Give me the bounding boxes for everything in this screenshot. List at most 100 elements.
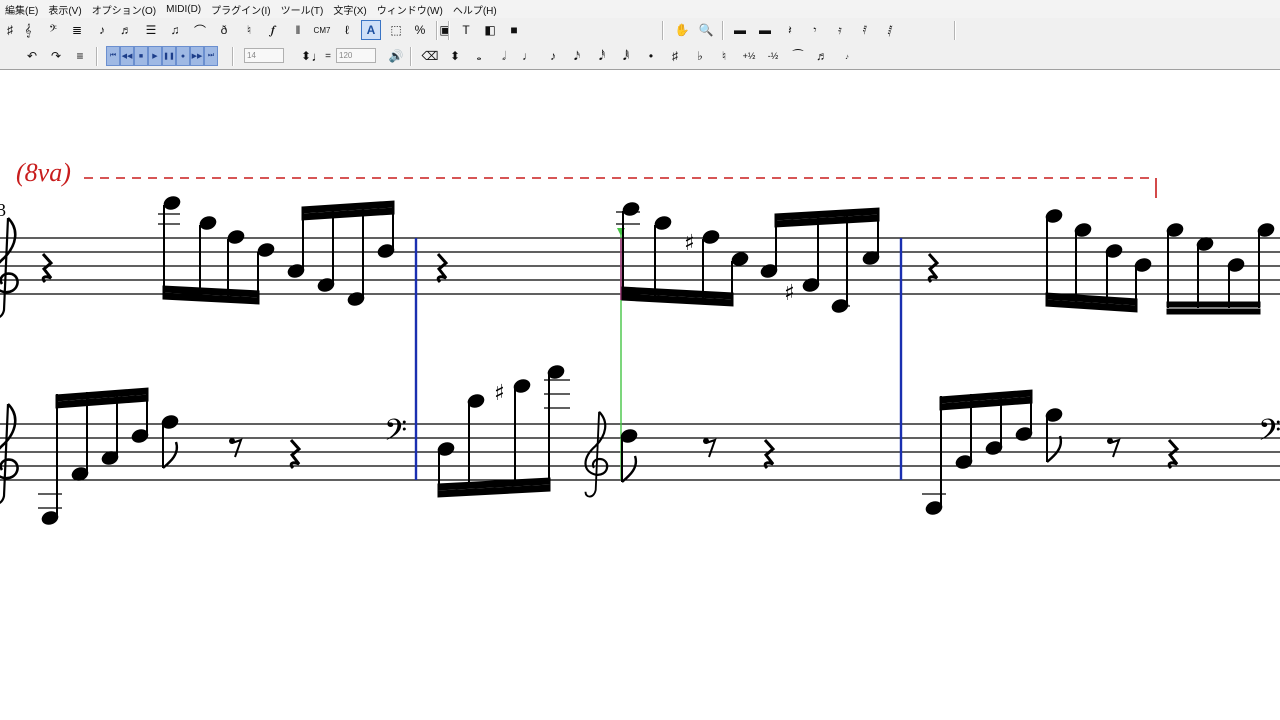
rewind-start-icon[interactable]: ⏮ bbox=[106, 46, 120, 66]
menu-item[interactable]: ツール(T) bbox=[276, 2, 329, 17]
note-group[interactable] bbox=[38, 387, 150, 526]
bass-clef-tool-icon[interactable]: 𝄢 bbox=[43, 20, 63, 40]
menu-item[interactable]: ウィンドウ(W) bbox=[372, 2, 448, 17]
note-group[interactable] bbox=[1044, 208, 1152, 313]
slur-tool-icon[interactable]: ⌒ bbox=[190, 20, 210, 40]
flat-icon[interactable]: ♭ bbox=[690, 46, 710, 66]
eighth-rest-icon[interactable]: 𝄾 bbox=[805, 20, 825, 40]
chord-tool-icon[interactable]: CM7 bbox=[312, 20, 332, 40]
half-note-icon[interactable]: 𝅗𝅥 bbox=[494, 46, 514, 66]
thirtysecond-note-icon[interactable]: 𝅘𝅥𝅰 bbox=[592, 46, 612, 66]
fast-forward-icon[interactable]: ▶▶ bbox=[190, 46, 204, 66]
menu-item[interactable]: MIDI(D) bbox=[161, 4, 206, 15]
half-rest-icon[interactable]: ▬ bbox=[755, 20, 775, 40]
treble-clef-lower[interactable] bbox=[0, 402, 19, 506]
clef-tool-icon[interactable]: 𝄞 bbox=[18, 20, 38, 40]
note-group[interactable]: ♯ bbox=[759, 207, 880, 314]
partial-edge-icon[interactable]: ♯ bbox=[0, 20, 20, 40]
lyrics-tool-icon[interactable]: ℓ bbox=[337, 20, 357, 40]
selection-tool-icon[interactable]: ⬚ bbox=[386, 20, 406, 40]
quarter-rest[interactable] bbox=[436, 252, 448, 284]
eighth-rest[interactable] bbox=[702, 437, 716, 458]
sixtyfourth-rest-icon[interactable]: 𝅁 bbox=[880, 20, 900, 40]
note-group[interactable]: ♯ bbox=[616, 201, 750, 307]
note-entry-icon[interactable]: ♪ bbox=[92, 20, 112, 40]
mirror-tool-icon[interactable]: ◧ bbox=[480, 20, 500, 40]
beam-icon[interactable]: ♬ bbox=[812, 46, 832, 66]
rewind-icon[interactable]: ◀◀ bbox=[120, 46, 134, 66]
ottava-marking[interactable]: (8va) bbox=[16, 158, 71, 187]
menu-item[interactable]: 文字(X) bbox=[328, 2, 371, 17]
stop-icon[interactable]: ■ bbox=[134, 46, 148, 66]
quarter-rest[interactable] bbox=[41, 252, 53, 284]
eraser-icon[interactable]: ⌫ bbox=[420, 46, 440, 66]
updown-icon[interactable]: ⬍ bbox=[445, 46, 465, 66]
dot-icon[interactable]: • bbox=[641, 46, 661, 66]
hand-grabber-icon[interactable]: ✋ bbox=[672, 20, 692, 40]
quarter-rest[interactable] bbox=[1167, 438, 1179, 470]
eighth-note[interactable] bbox=[160, 414, 179, 469]
note-group[interactable]: ♯ bbox=[436, 364, 570, 498]
bass-clef-icon[interactable]: 𝄢 bbox=[384, 414, 407, 455]
tempo-tool-icon[interactable]: ð bbox=[214, 20, 234, 40]
forward-end-icon[interactable]: ⏭ bbox=[204, 46, 218, 66]
quarter-rest-icon[interactable]: 𝄽 bbox=[780, 20, 800, 40]
tie-icon[interactable]: ⁀ bbox=[788, 46, 808, 66]
page-layout-icon[interactable]: ▣ bbox=[435, 20, 455, 40]
special-tools-icon[interactable]: T bbox=[456, 20, 476, 40]
sixteenth-rest-icon[interactable]: 𝄿 bbox=[830, 20, 850, 40]
quarter-rest[interactable] bbox=[289, 438, 301, 470]
note-group[interactable] bbox=[158, 195, 276, 305]
menu-item[interactable]: オプション(O) bbox=[87, 2, 161, 17]
eighth-rest[interactable] bbox=[228, 437, 242, 458]
speaker-icon[interactable]: 🔊 bbox=[386, 46, 406, 66]
repeat-tool-icon[interactable]: ‖ bbox=[288, 20, 308, 40]
pause-icon[interactable]: ❚❚ bbox=[162, 46, 176, 66]
raise-half-step-icon[interactable]: +½ bbox=[739, 46, 759, 66]
play-icon[interactable]: ▶ bbox=[148, 46, 162, 66]
grace-note-icon[interactable]: 𝆔 bbox=[837, 46, 857, 66]
note-group[interactable] bbox=[286, 200, 395, 307]
bass-clef-icon[interactable]: 𝄢 bbox=[1258, 414, 1280, 455]
eighth-rest[interactable] bbox=[1106, 437, 1120, 458]
menu-item[interactable]: 編集(E) bbox=[0, 2, 43, 17]
quarter-rest[interactable] bbox=[927, 252, 939, 284]
expression-tool-icon[interactable]: 𝆑 bbox=[263, 20, 283, 40]
eighth-note[interactable] bbox=[619, 428, 638, 483]
score-canvas[interactable]: (8va) 3 ♯ ♯ 𝄢 ♯ 𝄢 bbox=[0, 70, 1280, 720]
whole-note-icon[interactable]: 𝅝 bbox=[469, 46, 489, 66]
undo-icon[interactable]: ↶ bbox=[22, 46, 42, 66]
menu-item[interactable]: 表示(V) bbox=[43, 2, 86, 17]
staff-tool-icon[interactable]: ≣ bbox=[67, 20, 87, 40]
quarter-rest[interactable] bbox=[763, 438, 775, 470]
zoom-tool-icon[interactable]: 🔍 bbox=[696, 20, 716, 40]
menu-item[interactable]: ヘルプ(H) bbox=[448, 2, 502, 17]
articulation-tool-icon[interactable]: ♮ bbox=[239, 20, 259, 40]
redo-icon[interactable]: ↷ bbox=[46, 46, 66, 66]
note-group[interactable] bbox=[922, 389, 1034, 516]
tempo-field[interactable]: 120 bbox=[336, 48, 376, 63]
list-icon[interactable]: ≡ bbox=[70, 46, 90, 66]
sixtyfourth-note-icon[interactable]: 𝅘𝅥𝅱 bbox=[616, 46, 636, 66]
record-icon[interactable]: ● bbox=[176, 46, 190, 66]
quarter-note-icon[interactable]: ♩ bbox=[518, 46, 538, 66]
thirtysecond-rest-icon[interactable]: 𝅀 bbox=[855, 20, 875, 40]
menu-item[interactable]: プラグイン(I) bbox=[206, 2, 275, 17]
color-tool-icon[interactable]: ■ bbox=[504, 20, 524, 40]
eighth-note[interactable] bbox=[1044, 407, 1063, 463]
treble-clef-upper[interactable] bbox=[0, 216, 19, 320]
natural-icon[interactable]: ♮ bbox=[714, 46, 734, 66]
layers-tool-icon[interactable]: ☰ bbox=[141, 20, 161, 40]
toolbar-separator bbox=[436, 21, 438, 40]
note-group[interactable] bbox=[1165, 222, 1275, 315]
whole-rest-icon[interactable]: ▬ bbox=[730, 20, 750, 40]
measure-field[interactable]: 14 bbox=[244, 48, 284, 63]
tuplet-tool-icon[interactable]: ♬ bbox=[116, 20, 136, 40]
eighth-note-icon[interactable]: ♪ bbox=[543, 46, 563, 66]
lower-half-step-icon[interactable]: -½ bbox=[763, 46, 783, 66]
sixteenth-note-icon[interactable]: 𝅘𝅥𝅯 bbox=[567, 46, 587, 66]
text-tool-icon[interactable]: A bbox=[361, 20, 381, 40]
resize-tool-icon[interactable]: % bbox=[410, 20, 430, 40]
beam-tool-icon[interactable]: ♫ bbox=[165, 20, 185, 40]
sharp-icon[interactable]: ♯ bbox=[665, 46, 685, 66]
